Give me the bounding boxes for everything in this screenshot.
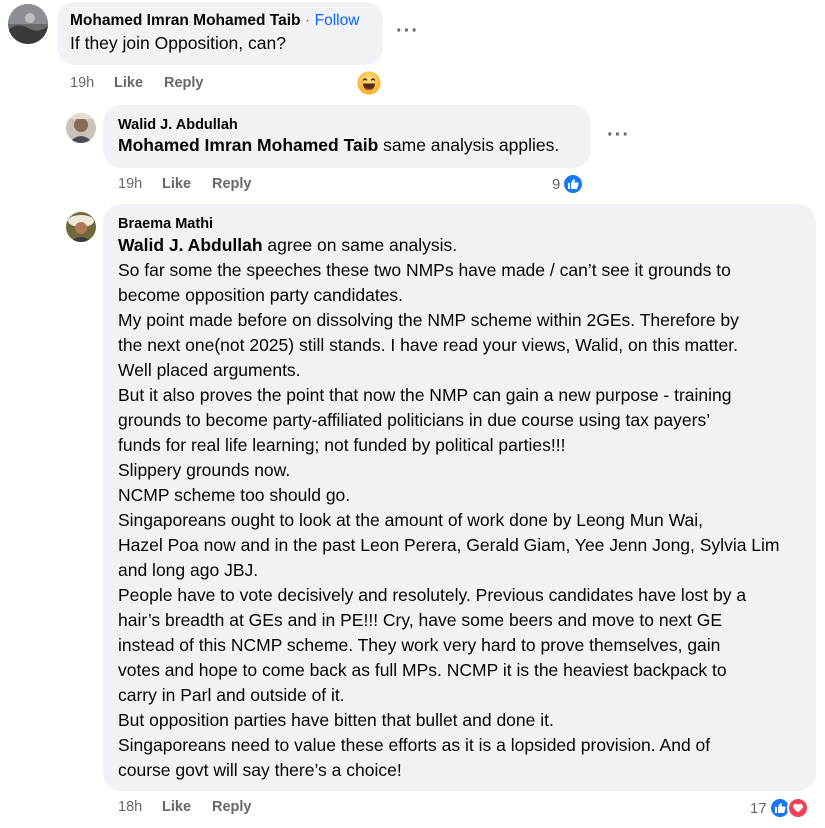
comment-line: People have to vote decisively and resol… [118, 585, 747, 605]
comment-line: become opposition party candidates. [118, 285, 404, 305]
comment-author[interactable]: Walid J. Abdullah [118, 117, 576, 133]
reply-button[interactable]: Reply [212, 799, 252, 815]
comment-line: Well placed arguments. [118, 360, 301, 380]
comment-line: Singaporeans ought to look at the amount… [118, 510, 704, 530]
avatar-image [8, 4, 48, 44]
more-options-button[interactable]: ··· [396, 20, 419, 43]
comment-line: and long ago JBJ. [118, 560, 259, 580]
comment-line: But opposition parties have bitten that … [118, 710, 554, 730]
comment-line: Singaporeans need to value these efforts… [118, 735, 711, 755]
comment-actions: 18h Like Reply [118, 799, 252, 815]
comment-line: the next one(not 2025) still stands. I h… [118, 335, 738, 355]
comment-line: grounds to become party-affiliated polit… [118, 410, 711, 430]
reaction-summary[interactable]: 17 [750, 797, 809, 819]
comment-author[interactable]: Braema Mathi [118, 215, 801, 233]
avatar-image [66, 212, 96, 242]
avatar[interactable] [66, 113, 96, 143]
avatar[interactable] [66, 212, 96, 242]
comment-bubble: Mohamed Imran Mohamed Taib · Follow If t… [57, 2, 383, 65]
like-icon [562, 173, 585, 195]
mention-link[interactable]: Walid J. Abdullah [118, 235, 263, 255]
reaction-count: 9 [552, 175, 561, 193]
comment-bubble: Walid J. Abdullah Mohamed Imran Mohamed … [103, 105, 591, 168]
comment-line: But it also proves the point that now th… [118, 385, 732, 405]
comment-text: If they join Opposition, can? [70, 33, 286, 53]
laughing-emoji-icon[interactable] [357, 71, 381, 95]
comment-actions: 19h Like Reply [70, 75, 204, 91]
comment-author[interactable]: Mohamed Imran Mohamed Taib [70, 12, 301, 29]
mention-link[interactable]: Mohamed Imran Mohamed Taib [118, 135, 378, 155]
reaction-count: 17 [750, 799, 767, 817]
reply-button[interactable]: Reply [212, 176, 252, 192]
comment-line: hair’s breadth at GEs and in PE!!! Cry, … [118, 610, 723, 630]
comment-body: agree on same analysis. [262, 235, 458, 255]
comment-actions: 19h Like Reply [118, 176, 252, 192]
timestamp[interactable]: 19h [118, 176, 162, 192]
like-button[interactable]: Like [162, 799, 212, 815]
comment-line: So far some the speeches these two NMPs … [118, 260, 731, 280]
separator-dot: · [304, 12, 311, 29]
comment-line: instead of this NCMP scheme. They work v… [118, 635, 721, 655]
comment-line: NCMP scheme too should go. [118, 485, 351, 505]
like-button[interactable]: Like [162, 176, 212, 192]
avatar-image [66, 113, 96, 143]
comment-bubble: Braema Mathi Walid J. Abdullah agree on … [103, 204, 816, 791]
more-options-button[interactable]: ··· [607, 124, 630, 147]
reaction-summary[interactable]: 9 [552, 173, 585, 195]
comment-line: carry in Parl and outside of it. [118, 685, 345, 705]
comment-text: Mohamed Imran Mohamed Taib same analysis… [118, 133, 576, 158]
comment-line: Hazel Poa now and in the past Leon Perer… [118, 535, 780, 555]
comment-line: votes and hope to come back as full MPs.… [118, 660, 727, 680]
comment-line: My point made before on dissolving the N… [118, 310, 739, 330]
avatar[interactable] [8, 4, 48, 44]
comment-line: funds for real life learning; not funded… [118, 435, 566, 455]
follow-button[interactable]: Follow [315, 12, 360, 29]
love-icon [786, 797, 809, 819]
comment-text: Walid J. Abdullah agree on same analysis… [118, 233, 801, 783]
comment-body: same analysis applies. [378, 135, 560, 155]
like-button[interactable]: Like [114, 75, 164, 91]
reply-button[interactable]: Reply [164, 75, 204, 91]
comment-line: Walid J. Abdullah agree on same analysis… [118, 233, 801, 258]
timestamp[interactable]: 19h [70, 75, 114, 91]
comment-line: Slippery grounds now. [118, 460, 291, 480]
timestamp[interactable]: 18h [118, 799, 162, 815]
comment-line: course govt will say there’s a choice! [118, 760, 402, 780]
